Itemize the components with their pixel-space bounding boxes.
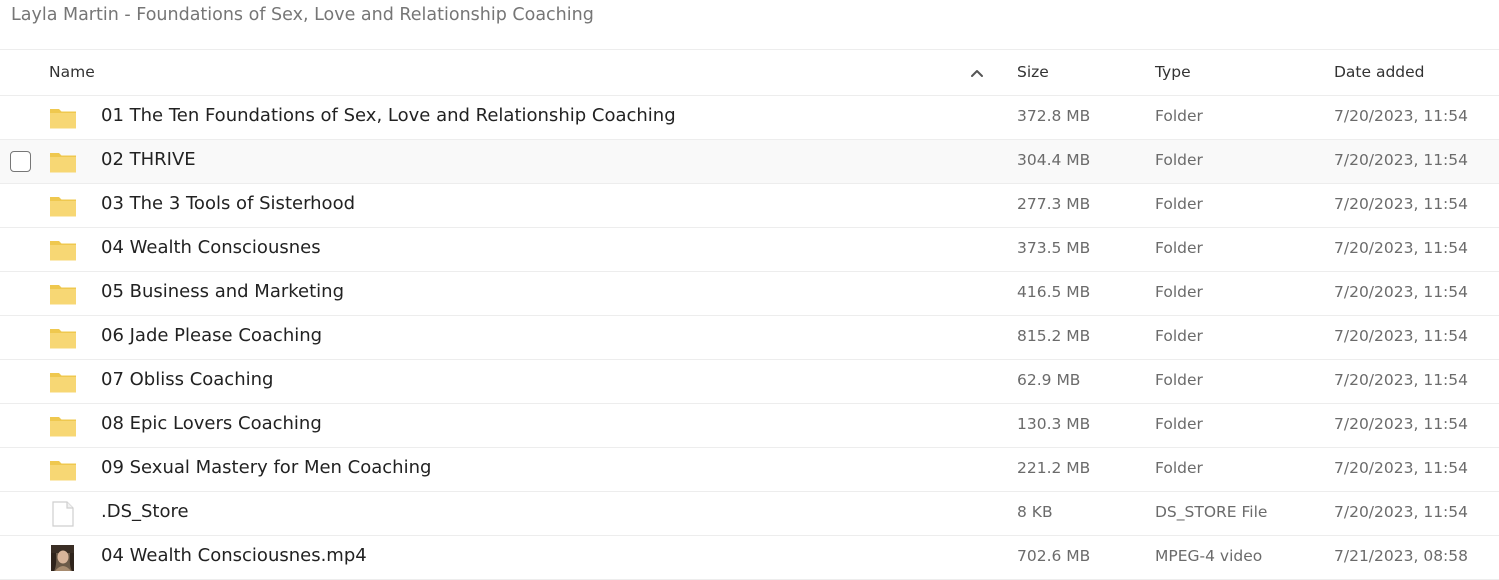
row-size: 372.8 MB <box>1017 107 1091 125</box>
row-checkbox[interactable] <box>10 151 31 172</box>
folder-icon <box>48 104 78 132</box>
folder-icon <box>48 148 78 176</box>
table-row[interactable]: 03 The 3 Tools of Sisterhood 277.3 MB Fold… <box>0 184 1499 228</box>
column-header-name[interactable]: Name <box>49 50 95 95</box>
folder-icon <box>48 368 78 396</box>
breadcrumb[interactable]: Layla Martin - Foundations of Sex, Love … <box>11 3 594 27</box>
folder-icon <box>48 324 78 352</box>
folder-icon <box>48 236 78 264</box>
row-date-added: 7/20/2023, 11:54 <box>1334 195 1468 213</box>
row-type: MPEG-4 video <box>1155 547 1263 565</box>
row-date-added: 7/20/2023, 11:54 <box>1334 327 1468 345</box>
row-type: Folder <box>1155 415 1203 433</box>
row-name[interactable]: 03 The 3 Tools of Sisterhood <box>101 184 355 227</box>
row-type: Folder <box>1155 283 1203 301</box>
row-size: 373.5 MB <box>1017 239 1091 257</box>
row-type: Folder <box>1155 371 1203 389</box>
row-type: Folder <box>1155 239 1203 257</box>
table-row[interactable]: .DS_Store 8 KB DS_STORE File 7/20/2023, 11:… <box>0 492 1499 536</box>
row-name[interactable]: 05 Business and Marketing <box>101 272 344 315</box>
row-name[interactable]: .DS_Store <box>101 492 189 535</box>
row-type: Folder <box>1155 327 1203 345</box>
table-row[interactable]: 02 THRIVE 304.4 MB Folder 7/20/2023, 11:54 <box>0 140 1499 184</box>
folder-icon <box>48 192 78 220</box>
table-row[interactable]: 05 Business and Marketing 416.5 MB Folder 7… <box>0 272 1499 316</box>
row-date-added: 7/20/2023, 11:54 <box>1334 283 1468 301</box>
row-date-added: 7/20/2023, 11:54 <box>1334 107 1468 125</box>
row-type: Folder <box>1155 151 1203 169</box>
chevron-up-icon[interactable] <box>969 67 985 79</box>
file-list: 01 The Ten Foundations of Sex, Love and … <box>0 96 1499 580</box>
row-date-added: 7/20/2023, 11:54 <box>1334 151 1468 169</box>
row-date-added: 7/20/2023, 11:54 <box>1334 415 1468 433</box>
row-date-added: 7/20/2023, 11:54 <box>1334 239 1468 257</box>
row-date-added: 7/21/2023, 08:58 <box>1334 547 1468 565</box>
row-size: 8 KB <box>1017 503 1053 521</box>
row-name[interactable]: 09 Sexual Mastery for Men Coaching <box>101 448 431 491</box>
row-size: 702.6 MB <box>1017 547 1091 565</box>
table-header: Name Size Type Date added <box>0 50 1499 96</box>
row-name[interactable]: 04 Wealth Consciousnes <box>101 228 321 271</box>
row-name[interactable]: 08 Epic Lovers Coaching <box>101 404 322 447</box>
row-name[interactable]: 07 Obliss Coaching <box>101 360 273 403</box>
row-size: 815.2 MB <box>1017 327 1091 345</box>
table-row[interactable]: 01 The Ten Foundations of Sex, Love and … <box>0 96 1499 140</box>
folder-icon <box>48 412 78 440</box>
table-row[interactable]: 08 Epic Lovers Coaching 130.3 MB Folder 7/2… <box>0 404 1499 448</box>
table-row[interactable]: 04 Wealth Consciousnes 373.5 MB Folder 7/20… <box>0 228 1499 272</box>
row-size: 221.2 MB <box>1017 459 1091 477</box>
row-type: Folder <box>1155 107 1203 125</box>
row-size: 62.9 MB <box>1017 371 1081 389</box>
row-date-added: 7/20/2023, 11:54 <box>1334 371 1468 389</box>
row-type: Folder <box>1155 459 1203 477</box>
row-size: 130.3 MB <box>1017 415 1091 433</box>
file-icon <box>48 500 78 528</box>
row-name[interactable]: 04 Wealth Consciousnes.mp4 <box>101 536 367 579</box>
row-date-added: 7/20/2023, 11:54 <box>1334 459 1468 477</box>
row-type: Folder <box>1155 195 1203 213</box>
row-name[interactable]: 06 Jade Please Coaching <box>101 316 322 359</box>
column-header-type[interactable]: Type <box>1155 50 1191 95</box>
row-name[interactable]: 01 The Ten Foundations of Sex, Love and … <box>101 96 676 139</box>
folder-icon <box>48 280 78 308</box>
table-row[interactable]: 04 Wealth Consciousnes.mp4 702.6 MB MPEG-4… <box>0 536 1499 580</box>
table-row[interactable]: 09 Sexual Mastery for Men Coaching 221.2 … <box>0 448 1499 492</box>
folder-icon <box>48 456 78 484</box>
column-header-date-added[interactable]: Date added <box>1334 50 1425 95</box>
row-type: DS_STORE File <box>1155 503 1268 521</box>
row-size: 416.5 MB <box>1017 283 1091 301</box>
video-thumbnail-icon <box>48 544 78 572</box>
row-size: 304.4 MB <box>1017 151 1091 169</box>
table-row[interactable]: 07 Obliss Coaching 62.9 MB Folder 7/20/2023… <box>0 360 1499 404</box>
column-header-size[interactable]: Size <box>1017 50 1049 95</box>
row-date-added: 7/20/2023, 11:54 <box>1334 503 1468 521</box>
table-row[interactable]: 06 Jade Please Coaching 815.2 MB Folder 7/2… <box>0 316 1499 360</box>
row-name[interactable]: 02 THRIVE <box>101 140 196 183</box>
row-size: 277.3 MB <box>1017 195 1091 213</box>
